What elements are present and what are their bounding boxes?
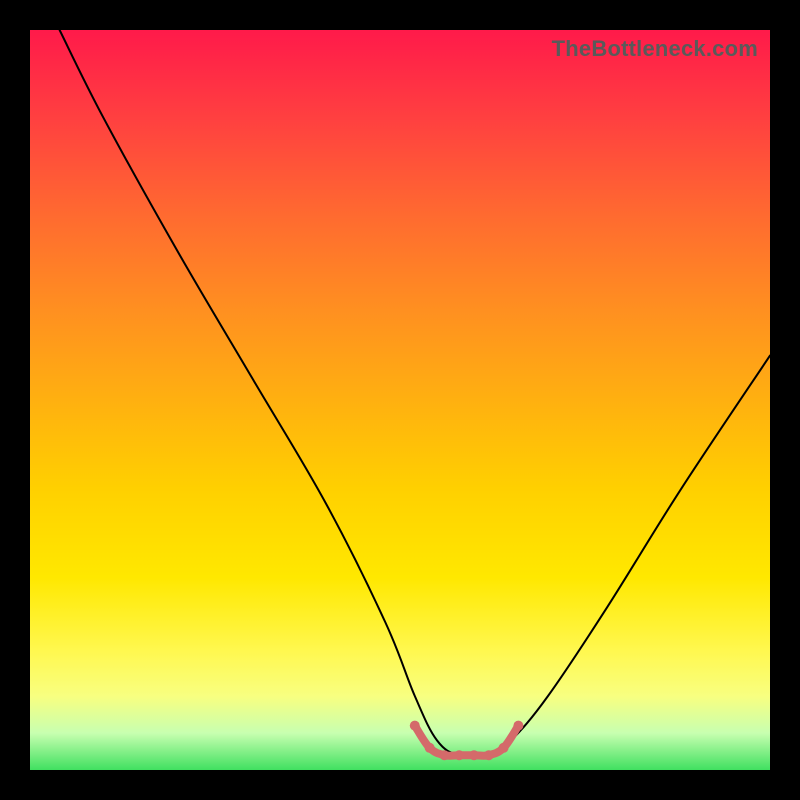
highlight-dot xyxy=(454,750,464,760)
highlight-dot xyxy=(425,743,435,753)
highlight-dot xyxy=(513,721,523,731)
chart-svg xyxy=(30,30,770,770)
highlight-dot xyxy=(439,750,449,760)
chart-frame: TheBottleneck.com xyxy=(0,0,800,800)
highlight-dot xyxy=(469,750,479,760)
highlight-dot xyxy=(499,743,509,753)
highlight-dot xyxy=(484,750,494,760)
primary-curve xyxy=(60,30,770,757)
highlight-dot xyxy=(410,721,420,731)
chart-plot-area: TheBottleneck.com xyxy=(30,30,770,770)
watermark-text: TheBottleneck.com xyxy=(552,36,758,62)
